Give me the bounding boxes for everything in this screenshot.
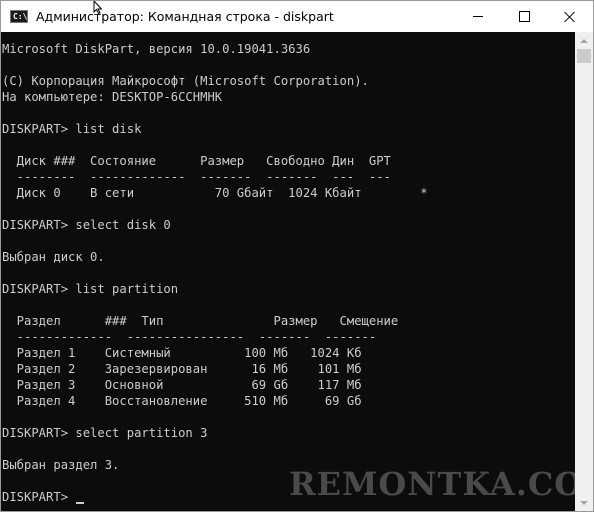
console-line: DISKPART> select disk 0 <box>2 218 171 232</box>
console-line: Выбран диск 0. <box>2 250 105 264</box>
window-title: Администратор: Командная строка - diskpa… <box>36 9 334 24</box>
minimize-button[interactable] <box>455 1 501 32</box>
chevron-up-icon <box>580 38 588 43</box>
console-line: -------- ------------- ------- ------- -… <box>2 170 391 184</box>
title-bar[interactable]: C:\. Администратор: Командная строка - d… <box>1 1 593 32</box>
console-line: DISKPART> list disk <box>2 122 142 136</box>
console-line: Раздел 1 Системный 100 Мб 1024 Кб <box>2 346 362 360</box>
console-line: DISKPART> select partition 3 <box>2 426 208 440</box>
console-line: Раздел 2 Зарезервирован 16 Мб 101 Мб <box>2 362 362 376</box>
watermark: REMONTKA.COM <box>289 465 575 503</box>
console-line: ------------- ---------------- ------- -… <box>2 330 377 344</box>
console-line: Раздел 4 Восстановление 510 Мб 69 Gб <box>2 394 362 408</box>
console-line: (C) Корпорация Майкрософт (Microsoft Cor… <box>2 74 369 88</box>
cmd-app-icon[interactable]: C:\. <box>10 10 32 23</box>
console-line: Раздел ### Тип Размер Смещение <box>2 314 399 328</box>
maximize-button[interactable] <box>501 1 547 32</box>
chevron-down-icon <box>580 500 588 505</box>
console-output[interactable]: Microsoft DiskPart, версия 10.0.19041.36… <box>1 32 575 511</box>
minimize-icon <box>473 16 483 17</box>
maximize-icon <box>518 11 530 22</box>
console-line: Диск ### Состояние Размер Свободно Дин G… <box>2 154 391 168</box>
console-line: Диск 0 В сети 70 Gбайт 1024 Кбайт * <box>2 186 428 200</box>
console-line: DISKPART> <box>2 490 76 504</box>
mouse-pointer-icon <box>93 1 103 15</box>
vertical-scrollbar[interactable] <box>575 32 593 511</box>
console-line: Microsoft DiskPart, версия 10.0.19041.36… <box>2 42 311 56</box>
console-line: На компьютере: DESKTOP-6CCHMHK <box>2 90 223 104</box>
close-button[interactable] <box>547 1 593 32</box>
console-line: Выбран раздел 3. <box>2 458 120 472</box>
close-icon <box>564 11 576 23</box>
scroll-down-button[interactable] <box>575 494 593 511</box>
scroll-up-button[interactable] <box>575 32 593 49</box>
scrollbar-thumb[interactable] <box>577 49 591 63</box>
cmd-window: C:\. Администратор: Командная строка - d… <box>0 0 594 512</box>
cmd-icon-label: C:\. <box>13 12 33 21</box>
console-line: DISKPART> list partition <box>2 282 179 296</box>
console-line: Раздел 3 Основной 69 Gб 117 Мб <box>2 378 362 392</box>
text-cursor <box>75 502 84 504</box>
